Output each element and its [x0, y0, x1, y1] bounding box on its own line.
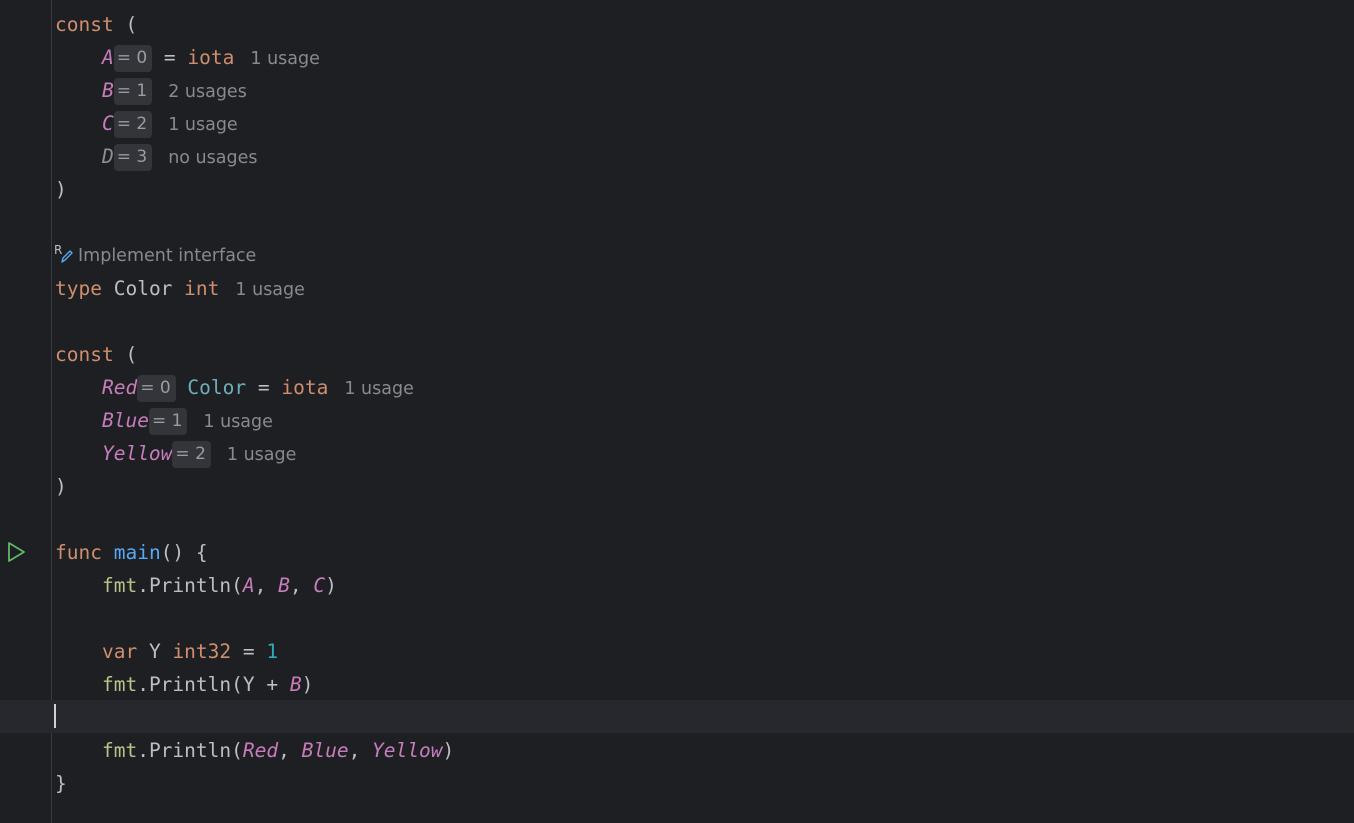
package-name: fmt	[101, 673, 138, 696]
usage-count-hint[interactable]: 1 usage	[203, 412, 273, 432]
package-name: fmt	[101, 574, 138, 597]
punctuation: (	[113, 343, 138, 366]
code-line[interactable]: fmt.Println(A, B, C)	[55, 569, 337, 602]
code-editor[interactable]: const ( A = 0 = iota 1 usage B = 12 usages …	[0, 0, 1354, 823]
code-line[interactable]: var Y int32 = 1	[55, 635, 278, 668]
current-line-highlight	[0, 700, 1354, 733]
punctuation: )	[301, 673, 314, 696]
code-line[interactable]: const (	[55, 8, 137, 41]
constant-reference: B	[289, 673, 302, 696]
lens-label: Implement interface	[78, 246, 257, 266]
type-name: Color	[113, 277, 173, 300]
function-name: main	[113, 541, 161, 564]
constant-name: Yellow	[101, 442, 173, 465]
punctuation: )	[442, 739, 455, 762]
constant-reference: Blue	[301, 739, 349, 762]
inlay-value-hint: = 2	[113, 111, 153, 138]
inlay-value-hint: = 2	[172, 441, 211, 468]
constant-name: Red	[101, 376, 138, 399]
inlay-value-hint: = 1	[148, 408, 188, 435]
package-name: fmt	[101, 739, 138, 762]
keyword: int32	[172, 640, 232, 663]
constant-name: Blue	[101, 409, 149, 432]
constant-reference: C	[313, 574, 326, 597]
code-line[interactable]: )	[55, 470, 67, 503]
operator: =	[231, 640, 267, 663]
keyword: func	[55, 541, 102, 564]
usage-count-hint[interactable]: no usages	[168, 148, 257, 168]
constant-reference: B	[278, 574, 290, 597]
unused-constant-name: D	[101, 145, 114, 168]
constant-reference: Yellow	[372, 739, 443, 762]
constant-name: A	[101, 46, 114, 69]
inlay-value-hint: = 1	[113, 78, 153, 105]
punctuation: )	[55, 178, 67, 201]
usage-count-hint[interactable]: 2 usages	[168, 82, 247, 102]
code-line[interactable]: }	[55, 767, 67, 800]
punctuation: ,	[289, 574, 314, 597]
method-call: .Println(	[137, 673, 243, 696]
usage-count-hint[interactable]: 1 usage	[235, 280, 305, 300]
keyword: iota	[281, 376, 329, 399]
code-line[interactable]: func main() {	[55, 536, 208, 569]
punctuation: )	[55, 475, 67, 498]
keyword: const	[55, 13, 114, 36]
code-line[interactable]: const (	[55, 338, 137, 371]
code-line[interactable]: )	[55, 173, 67, 206]
constant-name: B	[101, 79, 114, 102]
constant-name: C	[101, 112, 114, 135]
punctuation: ,	[254, 574, 279, 597]
keyword: int	[184, 277, 220, 300]
implement-interface-icon: R	[54, 243, 76, 265]
keyword: var	[101, 640, 138, 663]
expression: Y +	[242, 673, 290, 696]
code-line[interactable]: Blue = 1 1 usage	[55, 404, 273, 437]
implement-interface-lens[interactable]: R Implement interface	[54, 242, 256, 270]
punctuation: }	[55, 772, 67, 795]
constant-reference: A	[242, 574, 255, 597]
method-call: .Println(	[137, 574, 243, 597]
run-icon[interactable]	[6, 541, 26, 563]
punctuation: ,	[348, 739, 373, 762]
method-call: .Println(	[137, 739, 243, 762]
code-line[interactable]: B = 1 2 usages	[55, 74, 247, 107]
usage-count-hint[interactable]: 1 usage	[250, 49, 320, 69]
usage-count-hint[interactable]: 1 usage	[344, 379, 414, 399]
keyword: const	[55, 343, 114, 366]
svg-text:R: R	[54, 243, 62, 257]
text-caret	[54, 704, 56, 728]
variable-name: Y	[137, 640, 173, 663]
number-literal: 1	[266, 640, 279, 663]
keyword: type	[55, 277, 102, 300]
code-line[interactable]: A = 0 = iota 1 usage	[55, 41, 320, 74]
operator: =	[152, 46, 188, 69]
code-line[interactable]: fmt.Println(Red, Blue, Yellow)	[55, 734, 454, 767]
type-reference: Color	[187, 376, 247, 399]
punctuation: () {	[160, 541, 208, 564]
code-line[interactable]: Red = 0 Color = iota 1 usage	[55, 371, 414, 404]
inlay-value-hint: = 0	[113, 45, 153, 72]
code-line[interactable]: D = 3 no usages	[55, 140, 257, 173]
inlay-value-hint: = 3	[113, 144, 153, 171]
usage-count-hint[interactable]: 1 usage	[227, 445, 297, 465]
punctuation: (	[113, 13, 138, 36]
punctuation: ,	[278, 739, 302, 762]
inlay-value-hint: = 0	[137, 375, 176, 402]
usage-count-hint[interactable]: 1 usage	[168, 115, 238, 135]
code-line[interactable]: C = 2 1 usage	[55, 107, 238, 140]
constant-reference: Red	[242, 739, 279, 762]
code-line[interactable]: Yellow = 2 1 usage	[55, 437, 296, 470]
keyword: iota	[187, 46, 235, 69]
punctuation: )	[325, 574, 337, 597]
operator: =	[246, 376, 282, 399]
code-line[interactable]: type Color int 1 usage	[55, 272, 305, 305]
code-line[interactable]: fmt.Println(Y + B)	[55, 668, 313, 701]
